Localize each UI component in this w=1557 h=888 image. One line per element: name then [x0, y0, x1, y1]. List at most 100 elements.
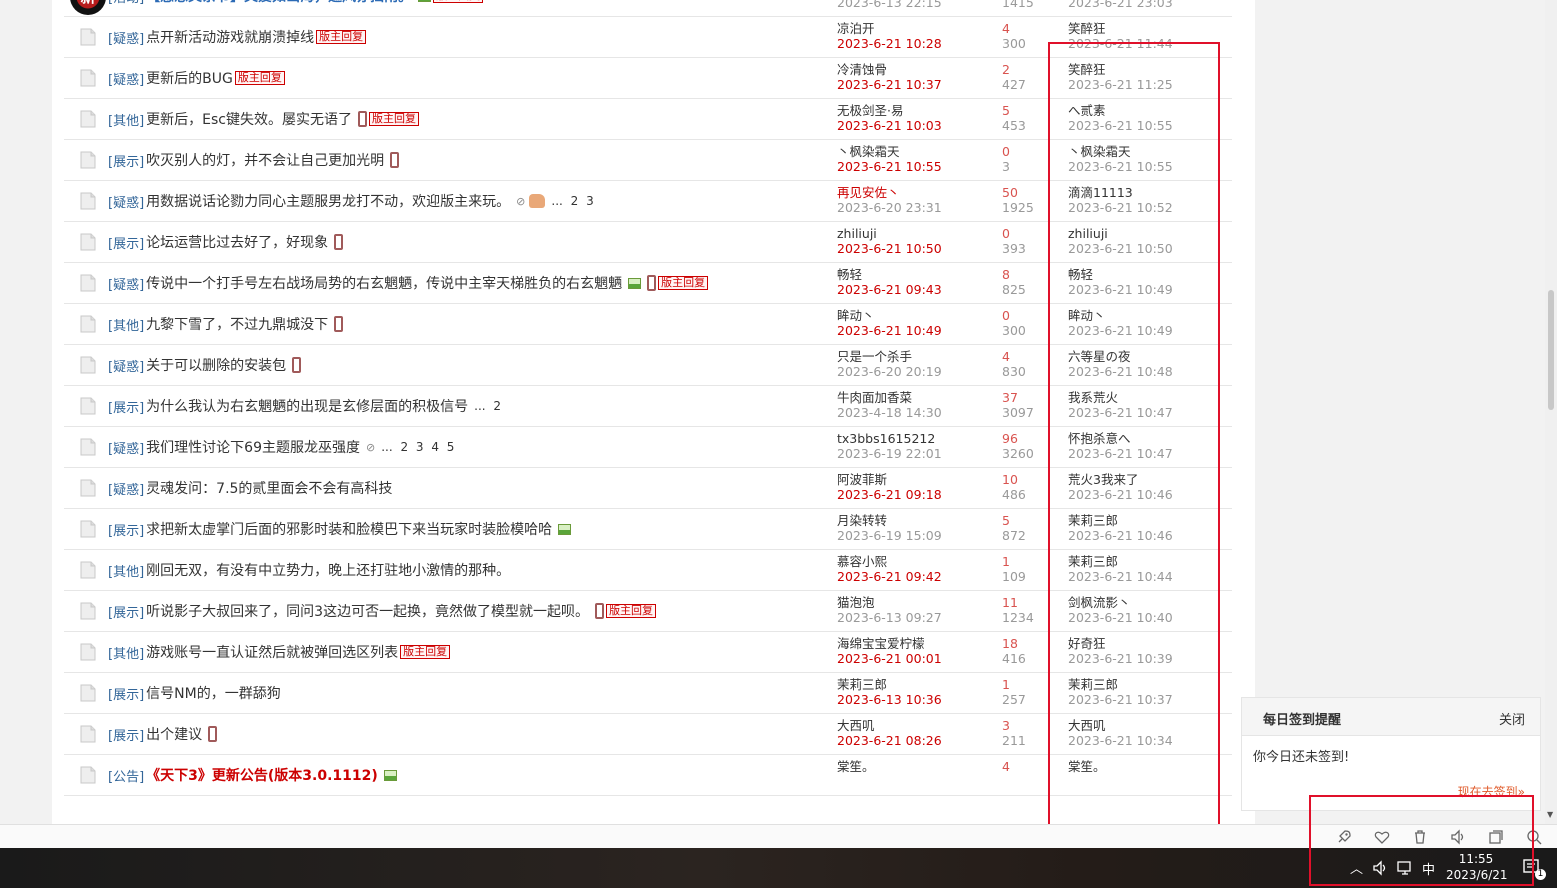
page-links[interactable]: ... 2 3: [551, 194, 593, 208]
thread-title-link[interactable]: 更新后的BUG: [146, 68, 233, 88]
thread-author-cell: 再见安佐丶 2023-6-20 23:31: [837, 185, 942, 215]
author-name-link[interactable]: 海绵宝宝爱柠檬: [837, 636, 942, 651]
page-links[interactable]: ... 2 3 4 5: [381, 440, 454, 454]
thread-title-link[interactable]: 出个建议: [146, 724, 202, 744]
author-name-link[interactable]: tx3bbs1615212: [837, 431, 942, 446]
author-name-link[interactable]: zhiliuji: [837, 226, 942, 241]
post-date: 2023-6-19 15:09: [837, 528, 942, 543]
post-date: 2023-6-21 10:49: [837, 323, 942, 338]
mobile-post-icon: [208, 726, 218, 742]
reply-count: 2: [1002, 62, 1010, 77]
author-name-link[interactable]: 丶枫染霜天: [837, 144, 942, 159]
author-name-link[interactable]: 凉泊开: [837, 21, 942, 36]
thread-category-link[interactable]: [疑惑]: [108, 356, 144, 375]
image-attachment-icon: [628, 277, 642, 289]
thread-category-link[interactable]: [展示]: [108, 233, 144, 252]
thread-title-link[interactable]: 求把新太虚掌门后面的邪影时装和脸模巴下来当玩家时装脸模哈哈: [146, 519, 552, 539]
thread-category-link[interactable]: [疑惑]: [108, 28, 144, 47]
thread-title-link[interactable]: 更新后，Esc键失效。屡实无语了: [146, 109, 352, 129]
mobile-post-icon: [390, 152, 400, 168]
thread-folder-icon: [80, 69, 96, 87]
thread-category-link[interactable]: [展示]: [108, 684, 144, 703]
view-count: 3260: [1002, 446, 1034, 461]
thread-title-link[interactable]: 用数据说话论勠力同心主题服男龙打不动，欢迎版主来玩。: [146, 191, 510, 211]
view-count: 1925: [1002, 200, 1034, 215]
author-name-link[interactable]: 畅轻: [837, 267, 942, 282]
thread-title-link[interactable]: 我们理性讨论下69主题服龙巫强度: [146, 437, 360, 457]
post-date: 2023-6-21 10:28: [837, 36, 942, 51]
author-name-link[interactable]: 慕容小熙: [837, 554, 942, 569]
thread-title-link[interactable]: 为什么我认为右玄魍魉的出现是玄修层面的积极信号: [146, 396, 468, 416]
thread-category-link[interactable]: [疑惑]: [108, 479, 144, 498]
image-attachment-icon: [383, 769, 397, 781]
thread-category-link[interactable]: [展示]: [108, 602, 144, 621]
view-count: 393: [1002, 241, 1026, 256]
thread-category-link[interactable]: [疑惑]: [108, 274, 144, 293]
thread-folder-icon: [80, 274, 96, 292]
thread-title-link[interactable]: 刚回无双，有没有中立势力，晚上还打驻地小激情的那种。: [146, 560, 510, 580]
page-scrollbar[interactable]: ▼: [1545, 0, 1557, 824]
thread-author-cell: 慕容小熙 2023-6-21 09:42: [837, 554, 942, 584]
thread-title-link[interactable]: 听说影子大叔回来了，同问3这边可否一起换，竟然做了模型就一起呗。: [146, 601, 589, 621]
thread-folder-icon: [80, 561, 96, 579]
thread-category-link[interactable]: [展示]: [108, 520, 144, 539]
thread-title-link[interactable]: 点开新活动游戏就崩溃掉线: [146, 27, 314, 47]
author-name-link[interactable]: 大西叽: [837, 718, 942, 733]
thread-title-link[interactable]: 九黎下雪了，不过九鼎城没下: [146, 314, 328, 334]
thread-author-cell: 无极剑圣·易 2023-6-21 10:03: [837, 103, 942, 133]
thread-title-link[interactable]: 游戏账号一直认证然后就被弹回选区列表: [146, 642, 398, 662]
thread-category-link[interactable]: [疑惑]: [108, 192, 144, 211]
popup-close-button[interactable]: 关闭: [1499, 709, 1525, 728]
last-poster-link[interactable]: 笑醉狂: [1068, 21, 1173, 36]
thread-title-link[interactable]: 论坛运营比过去好了，好现象: [146, 232, 328, 252]
thread-stats-cell: 5 453: [1002, 103, 1026, 133]
moderator-reply-badge: 版主回复: [658, 276, 709, 290]
author-name-link[interactable]: 冷清蚀骨: [837, 62, 942, 77]
thread-row[interactable]: 新[活动]【感恩父亲节】父爱如山海，遮风亦挡雨。 版主回复 ... 2 3 4 5 十…: [64, 0, 1232, 17]
thread-title-line: [疑惑] 我们理性讨论下69主题服龙巫强度 ⊘ ... 2 3 4 5: [108, 436, 454, 458]
author-name-link[interactable]: 棠笙。: [837, 759, 875, 774]
thread-title-link[interactable]: 灵魂发问：7.5的贰里面会不会有高科技: [146, 478, 392, 498]
thread-title-link[interactable]: 传说中一个打手号左右战场局势的右玄魍魉，传说中主宰天梯胜负的右玄魍魉: [146, 273, 622, 293]
reply-count: 4: [1002, 21, 1010, 36]
author-name-link[interactable]: 阿波菲斯: [837, 472, 942, 487]
thread-category-link[interactable]: [展示]: [108, 725, 144, 744]
scroll-thumb[interactable]: [1548, 290, 1554, 410]
thread-category-link[interactable]: [其他]: [108, 643, 144, 662]
thread-author-cell: 月染转转 2023-6-19 15:09: [837, 513, 942, 543]
thread-category-link[interactable]: [其他]: [108, 110, 144, 129]
thread-category-link[interactable]: [疑惑]: [108, 69, 144, 88]
author-name-link[interactable]: 牛肉面加香菜: [837, 390, 942, 405]
thread-category-link[interactable]: [展示]: [108, 397, 144, 416]
author-name-link[interactable]: 月染转转: [837, 513, 942, 528]
thread-title-link[interactable]: 吹灭别人的灯，并不会让自己更加光明: [146, 150, 384, 170]
thread-title-link[interactable]: 信号NM的，一群舔狗: [146, 683, 281, 703]
thread-category-link[interactable]: [活动]: [108, 0, 144, 6]
author-name-link[interactable]: 眸动丶: [837, 308, 942, 323]
thread-stats-cell: 941415: [1002, 0, 1034, 10]
scroll-down-arrow-icon[interactable]: ▼: [1547, 810, 1553, 819]
post-date: 2023-4-18 14:30: [837, 405, 942, 420]
thread-category-link[interactable]: [展示]: [108, 151, 144, 170]
thread-category-link[interactable]: [其他]: [108, 561, 144, 580]
author-name-link[interactable]: 茉莉三郎: [837, 677, 942, 692]
mobile-post-icon: [647, 275, 657, 291]
thread-author-cell: 大西叽 2023-6-21 08:26: [837, 718, 942, 748]
thread-category-link[interactable]: [其他]: [108, 315, 144, 334]
thread-title-link[interactable]: 《天下3》更新公告(版本3.0.1112): [146, 765, 378, 785]
thread-title-link[interactable]: 【感恩父亲节】父爱如山海，遮风亦挡雨。: [146, 0, 412, 6]
page-links[interactable]: ... 2 3 4 5: [489, 0, 562, 3]
author-name-link[interactable]: 猫泡泡: [837, 595, 942, 610]
thread-stats-cell: 03: [1002, 144, 1010, 174]
author-name-link[interactable]: 再见安佐丶: [837, 185, 942, 200]
thread-category-link[interactable]: [疑惑]: [108, 438, 144, 457]
toolbar-highlight-box: [1309, 795, 1534, 886]
thread-title-link[interactable]: 关于可以删除的安装包: [146, 355, 286, 375]
reply-count: 37: [1002, 390, 1018, 405]
page-links[interactable]: ... 2: [474, 399, 501, 413]
author-name-link[interactable]: 只是一个杀手: [837, 349, 942, 364]
author-name-link[interactable]: 无极剑圣·易: [837, 103, 942, 118]
thread-author-cell: 眸动丶 2023-6-21 10:49: [837, 308, 942, 338]
thread-stats-cell: 4 300: [1002, 21, 1026, 51]
thread-category-link[interactable]: [公告]: [108, 766, 144, 785]
